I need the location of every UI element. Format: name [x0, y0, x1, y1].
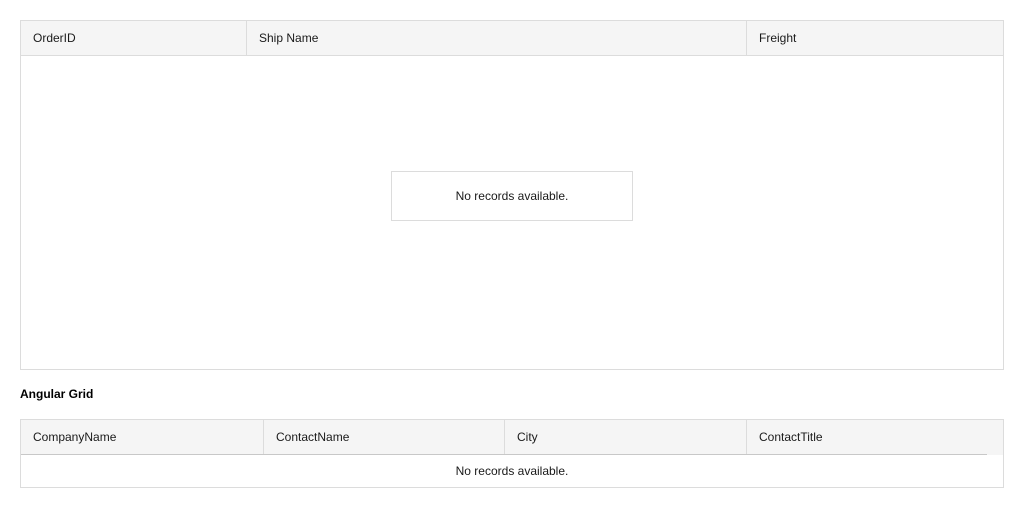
- customers-grid-body: No records available.: [21, 455, 1003, 487]
- column-header-contactname[interactable]: ContactName: [264, 420, 505, 454]
- customers-grid-header: CompanyName ContactName City ContactTitl…: [21, 420, 987, 455]
- column-header-contacttitle[interactable]: ContactTitle: [747, 420, 987, 454]
- section-title: Angular Grid: [20, 387, 94, 401]
- customers-grid-header-wrap: CompanyName ContactName City ContactTitl…: [21, 420, 1003, 455]
- orders-grid: OrderID Ship Name Freight No records ava…: [20, 20, 1004, 370]
- customers-grid: CompanyName ContactName City ContactTitl…: [20, 419, 1004, 488]
- orders-grid-body: No records available.: [21, 56, 1003, 369]
- no-records-message: No records available.: [455, 464, 569, 478]
- column-header-companyname[interactable]: CompanyName: [21, 420, 264, 454]
- no-records-message: No records available.: [391, 171, 633, 221]
- orders-grid-header: OrderID Ship Name Freight: [21, 21, 1003, 56]
- column-header-freight[interactable]: Freight: [747, 21, 1003, 55]
- column-header-city[interactable]: City: [505, 420, 747, 454]
- column-header-ship-name[interactable]: Ship Name: [247, 21, 747, 55]
- column-header-orderid[interactable]: OrderID: [21, 21, 247, 55]
